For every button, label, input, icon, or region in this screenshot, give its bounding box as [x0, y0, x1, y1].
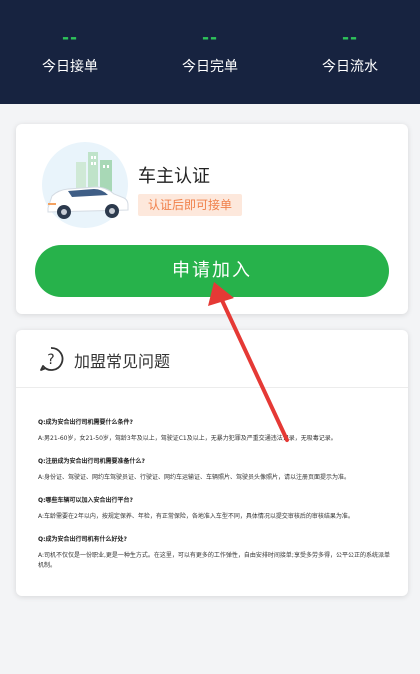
faq-list: Q:成为安合出行司机需要什么条件? A:男21-60岁，女21-50岁，驾龄3年…: [38, 418, 390, 584]
stat-today-completed[interactable]: -- 今日完单: [140, 28, 280, 76]
faq-question: Q:注册成为安合出行司机需要准备什么?: [38, 458, 145, 465]
faq-item: Q:哪些车辆可以加入安合出行平台? A:车龄需要在2年以内，按规定保养、年检，有…: [38, 496, 390, 522]
faq-header: ? 加盟常见问题: [16, 330, 408, 388]
verify-tag-badge: 认证后即可接单: [138, 194, 243, 216]
stat-today-orders[interactable]: -- 今日接单: [0, 28, 140, 76]
faq-answer: A:司机不仅仅是一份职业,更是一种生方式。在这里，可以有更多的工作弹性，自由安排…: [38, 552, 390, 569]
stat-value: --: [61, 28, 79, 48]
stat-label: 今日接单: [42, 59, 98, 75]
faq-item: Q:注册成为安合出行司机需要准备什么? A:身份证、驾驶证、网约车驾驶员证、行驶…: [38, 457, 390, 483]
stat-value: --: [201, 28, 219, 48]
stat-today-revenue[interactable]: -- 今日流水: [280, 28, 420, 76]
faq-title: 加盟常见问题: [74, 352, 171, 371]
faq-item: Q:成为安合出行司机有什么好处? A:司机不仅仅是一份职业,更是一种生方式。在这…: [38, 535, 390, 571]
car-illustration-icon: [42, 142, 129, 228]
faq-answer: A:身份证、驾驶证、网约车驾驶员证、行驶证、网约车运输证、车辆照片、驾驶员头像照…: [38, 474, 351, 481]
stat-label: 今日流水: [322, 59, 378, 75]
stat-value: --: [341, 28, 359, 48]
faq-answer: A:车龄需要在2年以内，按规定保养、年检，有正常保险，各地准入车型不同，具体情况…: [38, 513, 354, 520]
faq-question: Q:哪些车辆可以加入安合出行平台?: [38, 497, 133, 504]
stats-header: -- 今日接单 -- 今日完单 -- 今日流水: [0, 0, 420, 104]
svg-text:?: ?: [47, 352, 54, 368]
verify-title: 车主认证: [138, 166, 210, 187]
question-icon: ?: [40, 347, 64, 371]
faq-answer: A:男21-60岁，女21-50岁，驾龄3年及以上，驾驶证C1及以上，无暴力犯罪…: [38, 435, 337, 442]
stat-label: 今日完单: [182, 59, 238, 75]
apply-join-button[interactable]: 申请加入: [35, 245, 389, 297]
faq-question: Q:成为安合出行司机需要什么条件?: [38, 419, 133, 426]
faq-question: Q:成为安合出行司机有什么好处?: [38, 536, 127, 543]
faq-card: ? 加盟常见问题 Q:成为安合出行司机需要什么条件? A:男21-60岁，女21…: [16, 330, 408, 596]
owner-verify-card: 车主认证 认证后即可接单 申请加入: [16, 124, 408, 314]
faq-item: Q:成为安合出行司机需要什么条件? A:男21-60岁，女21-50岁，驾龄3年…: [38, 418, 390, 444]
